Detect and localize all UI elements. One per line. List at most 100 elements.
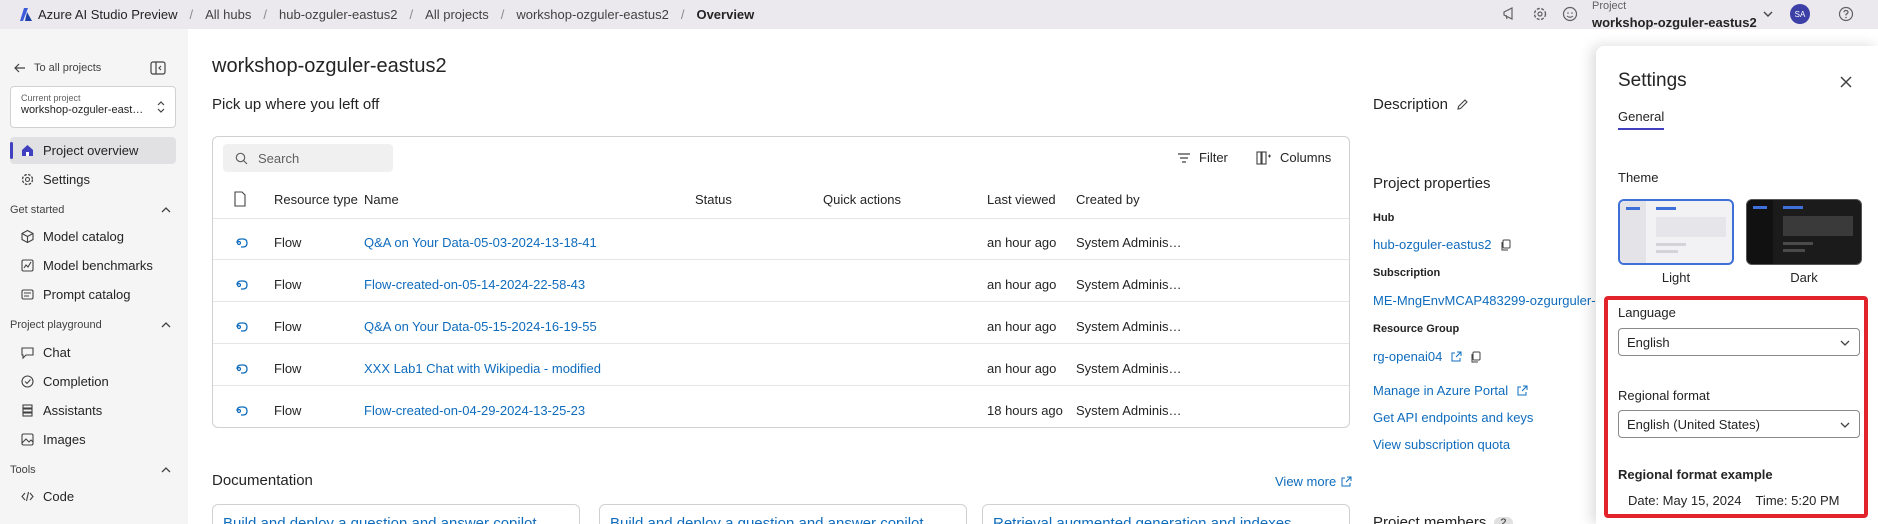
chevron-down-icon[interactable] xyxy=(1762,8,1774,20)
search-icon xyxy=(235,152,248,164)
regional-example: Date: May 15, 2024 Time: 5:20 PM xyxy=(1628,493,1840,508)
flow-icon xyxy=(236,364,248,374)
sidebar-item-project-overview[interactable]: Project overview xyxy=(10,137,176,164)
sidebar-group-tools[interactable]: Tools xyxy=(10,460,176,480)
hub-link[interactable]: hub-ozguler-eastus2 xyxy=(1373,237,1492,252)
cell-last-viewed: an hour ago xyxy=(987,277,1057,292)
edit-pencil-icon[interactable] xyxy=(1456,98,1469,111)
preview-label: Preview xyxy=(131,7,178,22)
theme-preview-line xyxy=(1783,242,1813,245)
breadcrumb-hub[interactable]: hub-ozguler-eastus2 xyxy=(279,7,398,22)
resource-group-value: rg-openai04 xyxy=(1373,349,1482,364)
view-more-link[interactable]: View more xyxy=(1275,474,1352,489)
search-input[interactable]: Search xyxy=(223,144,393,172)
sidebar-item-code[interactable]: Code xyxy=(10,483,176,510)
resource-group-link[interactable]: rg-openai04 xyxy=(1373,349,1442,364)
tab-general[interactable]: General xyxy=(1618,109,1665,130)
avatar[interactable]: SA xyxy=(1790,4,1810,24)
row-divider xyxy=(213,301,1349,302)
sidebar-group-get-started[interactable]: Get started xyxy=(10,200,176,220)
breadcrumb-all-hubs[interactable]: All hubs xyxy=(205,7,251,22)
copy-icon[interactable] xyxy=(1500,239,1512,251)
cell-last-viewed: 18 hours ago xyxy=(987,403,1063,418)
sidebar-item-model-catalog[interactable]: Model catalog xyxy=(10,223,176,250)
brand-title[interactable]: Azure AI Studio xyxy=(38,7,128,22)
filter-button[interactable]: Filter xyxy=(1177,150,1228,165)
flow-icon xyxy=(236,406,248,416)
doc-card-title: Retrieval augmented generation and index… xyxy=(993,515,1292,524)
theme-light-option[interactable] xyxy=(1618,199,1734,265)
help-icon[interactable] xyxy=(1838,6,1854,22)
megaphone-icon[interactable] xyxy=(1502,6,1518,22)
home-icon xyxy=(22,145,33,156)
cell-resource-type: Flow xyxy=(274,235,302,250)
column-header-last-viewed[interactable]: Last viewed xyxy=(987,192,1056,207)
column-header-name[interactable]: Name xyxy=(364,192,399,207)
regional-format-value: English (United States) xyxy=(1627,416,1760,432)
column-header-status[interactable]: Status xyxy=(695,192,732,207)
current-project-label: Current project xyxy=(21,93,81,103)
sidebar-item-images[interactable]: Images xyxy=(10,426,176,453)
settings-title: Settings xyxy=(1618,70,1687,91)
sidebar-item-label: Chat xyxy=(43,345,71,360)
sidebar-item-label: Completion xyxy=(43,374,109,389)
sidebar: To all projects Current project workshop… xyxy=(0,29,188,524)
language-select[interactable]: English xyxy=(1618,328,1860,356)
cell-name-link[interactable]: Q&A on Your Data-05-15-2024-16-19-55 xyxy=(364,319,597,334)
current-project-selector[interactable]: Current project workshop-ozguler-eastus2 xyxy=(10,86,176,128)
sidebar-item-label: Model benchmarks xyxy=(43,258,153,273)
cell-name-link[interactable]: Q&A on Your Data-05-03-2024-13-18-41 xyxy=(364,235,597,250)
columns-label: Columns xyxy=(1280,150,1332,165)
theme-preview-sidebar xyxy=(1620,201,1646,263)
breadcrumb-project[interactable]: workshop-ozguler-eastus2 xyxy=(516,7,668,22)
sidebar-item-label: Assistants xyxy=(43,403,103,418)
sidebar-item-assistants[interactable]: Assistants xyxy=(10,397,176,424)
columns-button[interactable]: Columns xyxy=(1256,150,1331,165)
theme-dark-option[interactable] xyxy=(1746,199,1862,265)
collapse-sidebar-icon[interactable] xyxy=(150,61,166,75)
project-switcher-name[interactable]: workshop-ozguler-eastus2 xyxy=(1592,15,1757,30)
feedback-smiley-icon[interactable] xyxy=(1562,6,1578,22)
chevron-up-down-icon xyxy=(157,101,165,113)
sidebar-item-chat[interactable]: Chat xyxy=(10,339,176,366)
code-icon xyxy=(21,491,34,502)
subscription-quota-link[interactable]: View subscription quota xyxy=(1373,437,1510,452)
gear-icon[interactable] xyxy=(1532,6,1548,22)
open-external-icon xyxy=(1341,476,1352,486)
project-members-title: Project members 2 xyxy=(1373,514,1513,524)
completion-icon xyxy=(21,375,34,388)
cell-created-by: System Administrator xyxy=(1076,403,1184,418)
close-icon[interactable] xyxy=(1838,74,1854,90)
sidebar-item-prompt-catalog[interactable]: Prompt catalog xyxy=(10,281,176,308)
doc-card[interactable]: Build and deploy a question and answer c… xyxy=(599,504,967,524)
regional-example-label: Regional format example xyxy=(1618,467,1773,482)
cell-name-link[interactable]: XXX Lab1 Chat with Wikipedia - modified xyxy=(364,361,601,376)
cell-name-link[interactable]: Flow-created-on-05-14-2024-22-58-43 xyxy=(364,277,585,292)
sidebar-item-settings[interactable]: Settings xyxy=(10,166,176,193)
sidebar-group-project-playground[interactable]: Project playground xyxy=(10,315,176,335)
breadcrumb-separator: / xyxy=(189,7,194,22)
regional-format-select[interactable]: English (United States) xyxy=(1618,410,1860,438)
doc-card[interactable]: Retrieval augmented generation and index… xyxy=(982,504,1350,524)
copy-icon[interactable] xyxy=(1470,351,1482,363)
column-header-quick-actions[interactable]: Quick actions xyxy=(823,192,901,207)
doc-card[interactable]: Build and deploy a question and answer c… xyxy=(212,504,580,524)
api-endpoints-link[interactable]: Get API endpoints and keys xyxy=(1373,410,1533,425)
back-to-projects-link[interactable]: To all projects xyxy=(14,62,101,74)
filter-icon xyxy=(1178,152,1190,163)
breadcrumb-all-projects[interactable]: All projects xyxy=(425,7,489,22)
column-header-resource-type[interactable]: Resource type xyxy=(274,192,358,207)
manage-azure-portal-link[interactable]: Manage in Azure Portal xyxy=(1373,383,1508,398)
theme-preview-line xyxy=(1783,249,1805,252)
filter-label: Filter xyxy=(1199,150,1228,165)
resource-group-label: Resource Group xyxy=(1373,323,1460,335)
open-external-icon[interactable] xyxy=(1450,351,1462,363)
theme-preview-accent xyxy=(1626,207,1640,210)
subscription-link[interactable]: ME-MngEnvMCAP483299-ozgurguler-1 xyxy=(1373,293,1596,308)
sidebar-item-completion[interactable]: Completion xyxy=(10,368,176,395)
column-header-created-by[interactable]: Created by xyxy=(1076,192,1140,207)
breadcrumb-separator: / xyxy=(680,7,685,22)
sidebar-item-model-benchmarks[interactable]: Model benchmarks xyxy=(10,252,176,279)
cell-name-link[interactable]: Flow-created-on-04-29-2024-13-25-23 xyxy=(364,403,585,418)
view-more-label: View more xyxy=(1275,474,1337,489)
